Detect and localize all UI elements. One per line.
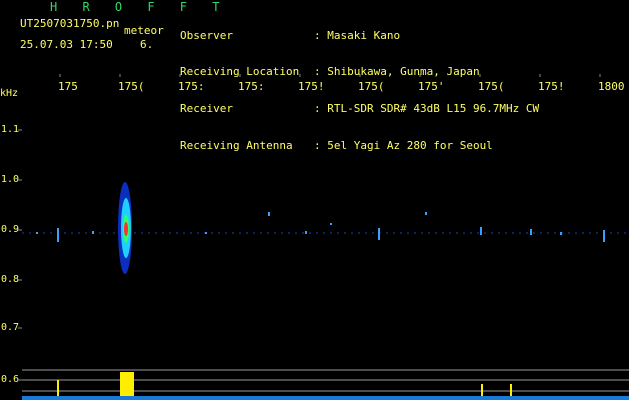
signal-level-bars [22, 372, 629, 400]
spectrogram-plot [18, 74, 629, 400]
meteor-echo [118, 182, 132, 274]
freq-tick-marks [18, 129, 22, 381]
time-tick-marks [59, 74, 601, 77]
level-guide-lines [22, 369, 629, 392]
